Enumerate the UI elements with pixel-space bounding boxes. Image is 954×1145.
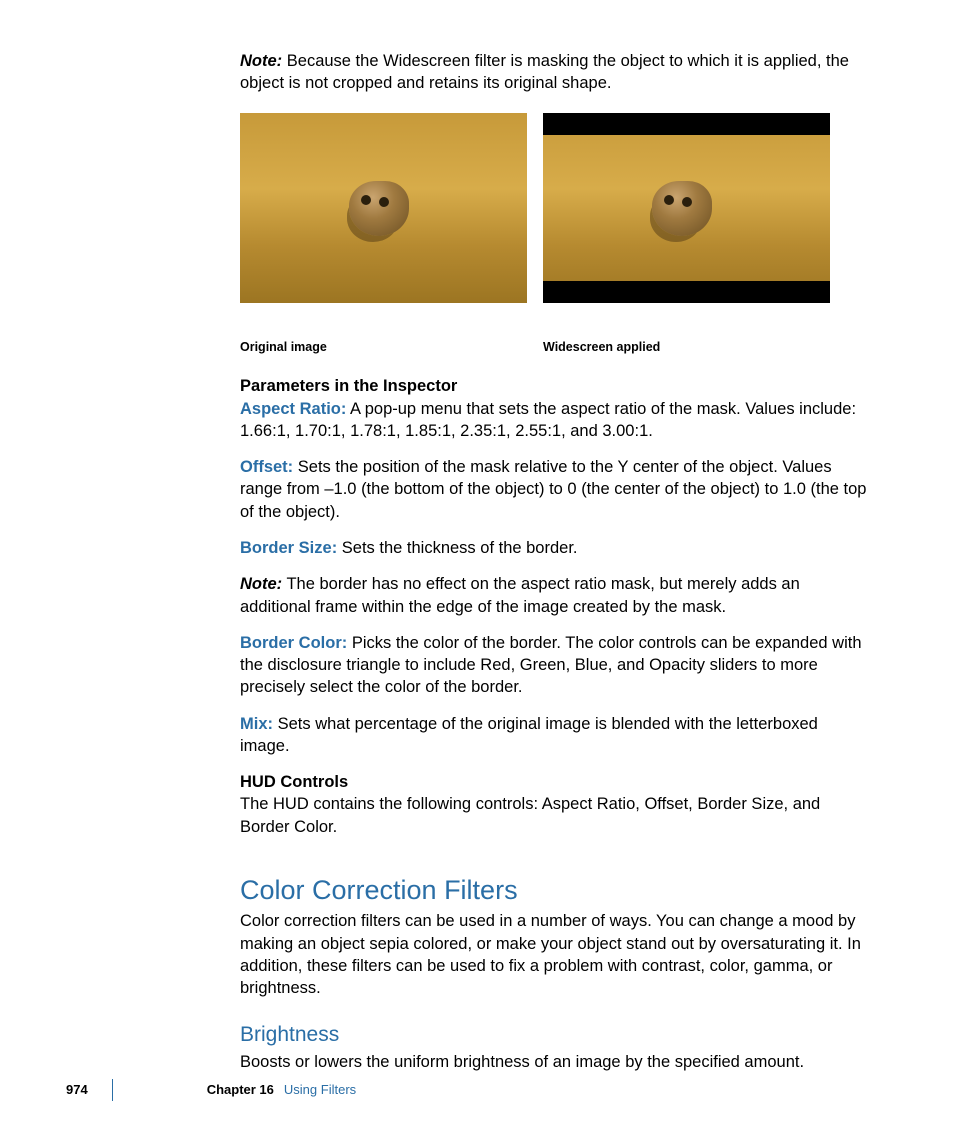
figure-row: Original image Widescreen applied — [240, 113, 870, 356]
note-body: The border has no effect on the aspect r… — [240, 575, 800, 615]
section-intro: Color correction filters can be used in … — [240, 910, 870, 999]
param-border-color: Border Color: Picks the color of the bor… — [240, 632, 870, 699]
chapter-title: Using Filters — [284, 1081, 356, 1099]
note-label: Note: — [240, 575, 282, 593]
param-mix: Mix: Sets what percentage of the origina… — [240, 713, 870, 758]
figure-subject — [349, 181, 409, 236]
figure-image-original — [240, 113, 527, 303]
figure-subject — [652, 181, 712, 236]
param-text: Sets the position of the mask relative t… — [240, 458, 866, 521]
param-label: Mix: — [240, 715, 273, 733]
section-title-color-correction: Color Correction Filters — [240, 872, 870, 908]
hud-text: The HUD contains the following controls:… — [240, 793, 870, 838]
page-content: Note: Because the Widescreen filter is m… — [240, 50, 870, 1087]
figure-caption: Original image — [240, 339, 527, 356]
subsection-text: Boosts or lowers the uniform brightness … — [240, 1051, 870, 1073]
footer-divider — [112, 1079, 113, 1101]
figure-widescreen: Widescreen applied — [543, 113, 830, 356]
page-footer: 974 Chapter 16 Using Filters — [66, 1079, 866, 1101]
note-body: Because the Widescreen filter is masking… — [240, 52, 849, 92]
param-label: Offset: — [240, 458, 293, 476]
param-text: Sets the thickness of the border. — [342, 539, 578, 557]
figure-image-widescreen — [543, 113, 830, 303]
param-text: Sets what percentage of the original ima… — [240, 715, 818, 755]
param-label: Border Color: — [240, 634, 347, 652]
chapter-label: Chapter 16 — [207, 1081, 274, 1099]
note-label: Note: — [240, 52, 282, 70]
param-offset: Offset: Sets the position of the mask re… — [240, 456, 870, 523]
subsection-title-brightness: Brightness — [240, 1021, 870, 1049]
note-paragraph: Note: Because the Widescreen filter is m… — [240, 50, 870, 95]
figure-caption: Widescreen applied — [543, 339, 830, 356]
page-number: 974 — [66, 1081, 88, 1099]
param-label: Border Size: — [240, 539, 337, 557]
parameters-heading: Parameters in the Inspector — [240, 375, 870, 397]
param-label: Aspect Ratio: — [240, 400, 346, 418]
figure-original: Original image — [240, 113, 527, 356]
border-note: Note: The border has no effect on the as… — [240, 573, 870, 618]
hud-heading: HUD Controls — [240, 771, 870, 793]
param-aspect-ratio: Aspect Ratio: A pop-up menu that sets th… — [240, 398, 870, 443]
param-border-size: Border Size: Sets the thickness of the b… — [240, 537, 870, 559]
